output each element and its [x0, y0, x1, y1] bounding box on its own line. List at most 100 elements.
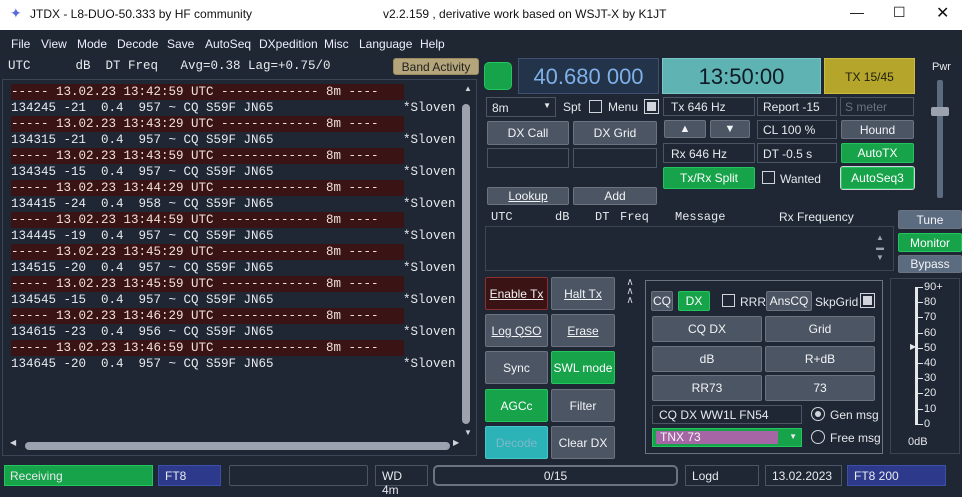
frequency-display[interactable]: 40.680 000 — [518, 58, 659, 94]
menu-decode[interactable]: Decode — [117, 37, 158, 51]
skpgrid-checkbox[interactable] — [860, 293, 875, 308]
swl-mode-button[interactable]: SWL mode — [551, 351, 615, 384]
spt-checkbox[interactable] — [589, 100, 602, 113]
wanted-checkbox[interactable] — [762, 171, 775, 184]
scroll-up-icon[interactable]: ▲ — [464, 84, 472, 93]
meter-tick-label: 10 — [924, 402, 937, 415]
msg-cq-dx-button[interactable]: CQ DX — [652, 316, 762, 342]
dx-grid-button[interactable]: DX Grid — [573, 121, 657, 145]
msg-db-button[interactable]: dB — [652, 346, 762, 372]
msg-rdb-button[interactable]: R+dB — [765, 346, 875, 372]
add-button[interactable]: Add — [573, 187, 657, 205]
maximize-icon[interactable]: ☐ — [893, 4, 906, 21]
dx-call-button[interactable]: DX Call — [487, 121, 569, 145]
decode-row[interactable]: 134445 -19 0.4 957 ~ CQ S59F JN65 *Sloven — [11, 228, 461, 244]
free-msg-radio[interactable] — [811, 430, 825, 444]
decode-row[interactable]: 134245 -21 0.4 957 ~ CQ S59F JN65 *Sloven — [11, 100, 461, 116]
close-icon[interactable]: ✕ — [936, 3, 949, 23]
menu-help[interactable]: Help — [420, 37, 445, 51]
decode-separator-row: ----- 13.02.23 13:46:59 UTC ------------… — [11, 340, 404, 356]
filter-button[interactable]: Filter — [551, 389, 615, 422]
free-msg-label: Free msg — [830, 431, 881, 445]
scroll-left-icon[interactable]: ◀ — [10, 438, 16, 447]
bypass-button[interactable]: Bypass — [898, 255, 962, 273]
erase-button[interactable]: Erase — [551, 314, 615, 347]
scroll-down-icon[interactable]: ▼ — [464, 428, 472, 437]
menu-view[interactable]: View — [41, 37, 67, 51]
arrow-up-icon[interactable]: ▲ — [664, 120, 706, 138]
band-select[interactable]: 8m ▼ — [486, 97, 556, 117]
decode-row[interactable]: 134545 -15 0.4 957 ~ CQ S59F JN65 *Sloven — [11, 292, 461, 308]
lookup-button[interactable]: Lookup — [487, 187, 569, 205]
decode-separator-row: ----- 13.02.23 13:45:29 UTC ------------… — [11, 244, 404, 260]
msg-grid-button[interactable]: Grid — [765, 316, 875, 342]
meter-unit-label: 0dB — [908, 436, 928, 448]
status-logd: Logd — [685, 465, 759, 486]
dt-spinbox[interactable]: DT -0.5 s — [757, 143, 837, 163]
cq-button[interactable]: CQ — [651, 291, 673, 311]
decode-row[interactable]: 134315 -21 0.4 957 ~ CQ S59F JN65 *Sloven — [11, 132, 461, 148]
dx-grid-input[interactable] — [573, 148, 657, 168]
rrr-checkbox[interactable] — [722, 294, 735, 307]
halt-tx-button[interactable]: Halt Tx — [551, 277, 615, 310]
menu-file[interactable]: File — [11, 37, 30, 51]
band-activity-button[interactable]: Band Activity — [393, 58, 479, 75]
decode-country: *Sloven — [403, 325, 456, 339]
menu-dxpedition[interactable]: DXpedition — [259, 37, 318, 51]
autotx-button[interactable]: AutoTX — [841, 143, 914, 163]
gen-msg-input[interactable]: CQ DX WW1L FN54 — [652, 405, 802, 424]
decode-button[interactable]: Decode — [485, 426, 548, 459]
rx-freq-spinbox[interactable]: Rx 646 Hz — [663, 143, 755, 163]
hound-button[interactable]: Hound — [841, 120, 914, 139]
monitor-button[interactable]: Monitor — [898, 233, 962, 252]
tx-freq-spinbox[interactable]: Tx 646 Hz — [663, 97, 755, 116]
rx-header-rxfreq: Rx Frequency — [779, 210, 854, 224]
log-qso-button[interactable]: Log QSO — [485, 314, 548, 347]
agcc-button[interactable]: AGCc — [485, 389, 548, 422]
msg-rr73-button[interactable]: RR73 — [652, 375, 762, 401]
meter-tick — [918, 347, 923, 349]
enable-tx-button[interactable]: Enable Tx — [485, 277, 548, 310]
pwr-slider[interactable] — [937, 80, 943, 198]
menu-mode[interactable]: Mode — [77, 37, 107, 51]
vertical-scrollbar[interactable] — [462, 104, 470, 424]
cl-spinbox[interactable]: CL 100 % — [757, 120, 837, 139]
dx-call-input[interactable] — [487, 148, 569, 168]
scroll-right-icon[interactable]: ▶ — [453, 438, 459, 447]
status-mode: FT8 — [158, 465, 221, 486]
decode-row[interactable]: 134645 -20 0.4 957 ~ CQ S59F JN65 *Sloven — [11, 356, 461, 372]
decode-row[interactable]: 134345 -15 0.4 957 ~ CQ S59F JN65 *Sloven — [11, 164, 461, 180]
decode-text: ----- 13.02.23 13:45:59 UTC ------------… — [11, 277, 379, 291]
pwr-slider-handle[interactable] — [931, 107, 949, 116]
arrow-down-icon[interactable]: ▼ — [710, 120, 750, 138]
decode-row[interactable]: 134615 -23 0.4 956 ~ CQ S59F JN65 *Sloven — [11, 324, 461, 340]
decode-country: *Sloven — [403, 165, 456, 179]
rx-scroll-icon[interactable]: ▲ ▬ ▼ — [876, 233, 884, 263]
tune-button[interactable]: Tune — [898, 210, 962, 229]
dx-button[interactable]: DX — [678, 291, 710, 311]
autoseq3-button[interactable]: AutoSeq3 — [840, 166, 915, 190]
decode-text: ----- 13.02.23 13:43:29 UTC ------------… — [11, 117, 379, 131]
minimize-icon[interactable]: — — [850, 4, 864, 20]
sync-button[interactable]: Sync — [485, 351, 548, 384]
txrx-split-button[interactable]: Tx/Rx Split — [663, 167, 755, 189]
anscq-button[interactable]: AnsCQ — [766, 291, 812, 311]
tab-switch-icon[interactable]: ∧ ∧ ∧ — [620, 278, 640, 306]
menu-checkbox[interactable] — [644, 99, 659, 114]
msg-73-button[interactable]: 73 — [765, 375, 875, 401]
report-spinbox[interactable]: Report -15 — [757, 97, 837, 116]
menu-autoseq[interactable]: AutoSeq — [205, 37, 251, 51]
rx-frequency-header: UTC dB DT Freq Message Rx Frequency — [491, 210, 881, 224]
smeter-input[interactable]: S meter — [840, 97, 914, 116]
menu-misc[interactable]: Misc — [324, 37, 349, 51]
decode-country: *Sloven — [403, 357, 456, 371]
decode-row[interactable]: 134415 -24 0.4 958 ~ CQ S59F JN65 *Sloven — [11, 196, 461, 212]
menu-save[interactable]: Save — [167, 37, 194, 51]
free-msg-select[interactable]: TNX 73 ▼ — [652, 428, 802, 447]
clear-dx-button[interactable]: Clear DX — [551, 426, 615, 459]
menu-language[interactable]: Language — [359, 37, 412, 51]
horizontal-scrollbar[interactable] — [25, 442, 450, 450]
decode-row[interactable]: 134515 -20 0.4 957 ~ CQ S59F JN65 *Sloven — [11, 260, 461, 276]
gen-msg-radio[interactable] — [811, 407, 825, 421]
title-bar: ✦ JTDX - L8-DUO-50.333 by HF community v… — [0, 0, 962, 30]
